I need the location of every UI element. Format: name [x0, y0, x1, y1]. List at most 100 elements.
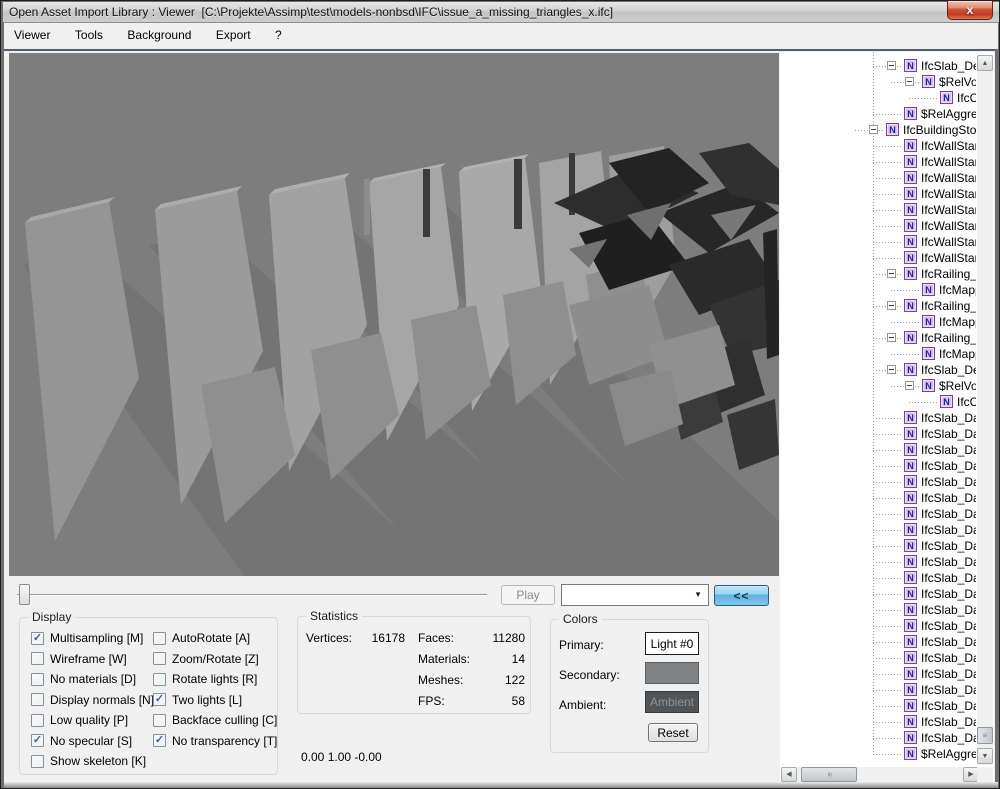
tree-node-label[interactable]: IfcSlab_Dac: [921, 602, 976, 618]
tree-node-ifcwallstan[interactable]: NIfcWallStan: [780, 186, 976, 202]
tree-node-label[interactable]: IfcMapp: [939, 282, 976, 298]
tree-node-ifcrailing_g[interactable]: NIfcRailing_G: [780, 298, 976, 314]
tree-node-ifcslab_dec[interactable]: NIfcSlab_Dec: [780, 362, 976, 378]
tree-node-label[interactable]: IfcSlab_Dac: [921, 634, 976, 650]
expander-minus-icon[interactable]: [887, 61, 896, 70]
checkbox-autorotate-a-[interactable]: AutoRotate [A]: [153, 628, 277, 649]
tree-node-ifcslab_dac[interactable]: NIfcSlab_Dac: [780, 490, 976, 506]
tree-node-ifcbuildingstorey[interactable]: NIfcBuildingStorey: [780, 122, 976, 138]
tree-node-label[interactable]: IfcSlab_Dac: [921, 490, 976, 506]
tree-node-label[interactable]: IfcSlab_Dac: [921, 570, 976, 586]
tree-node-label[interactable]: IfcSlab_Dac: [921, 506, 976, 522]
tree-node-label[interactable]: IfcSlab_Dac: [921, 522, 976, 538]
tree-node-ifcslab_dac[interactable]: NIfcSlab_Dac: [780, 570, 976, 586]
tree-node-ifcwallstan[interactable]: NIfcWallStan: [780, 250, 976, 266]
play-button[interactable]: Play: [501, 585, 555, 605]
scene-tree[interactable]: NIfcSlab_DecN$RelVoiNIfcCN$RelAggregNIfc…: [780, 52, 976, 766]
tree-node--relvoi[interactable]: N$RelVoi: [780, 378, 976, 394]
tree-node-ifcslab_dac[interactable]: NIfcSlab_Dac: [780, 714, 976, 730]
expander-minus-icon[interactable]: [905, 381, 914, 390]
expander-minus-icon[interactable]: [887, 269, 896, 278]
tree-node-ifcslab_dec[interactable]: NIfcSlab_Dec: [780, 58, 976, 74]
tree-node-ifcslab_dac[interactable]: NIfcSlab_Dac: [780, 442, 976, 458]
tree-node-ifcmapp[interactable]: NIfcMapp: [780, 314, 976, 330]
tree-node-ifcslab_dac[interactable]: NIfcSlab_Dac: [780, 458, 976, 474]
tree-node-label[interactable]: IfcMapp: [939, 314, 976, 330]
tree-node-ifcslab_dac[interactable]: NIfcSlab_Dac: [780, 506, 976, 522]
tree-node-ifcc[interactable]: NIfcC: [780, 394, 976, 410]
tree-node-label[interactable]: IfcRailing_G: [921, 330, 976, 346]
tree-node-label[interactable]: IfcWallStan: [921, 202, 976, 218]
tree-node-label[interactable]: IfcSlab_Dac: [921, 714, 976, 730]
checkbox-no-transparency-t-[interactable]: ✓No transparency [T]: [153, 731, 277, 752]
primary-color-button[interactable]: Light #0: [645, 632, 699, 655]
checkbox-zoom-rotate-z-[interactable]: Zoom/Rotate [Z]: [153, 649, 277, 670]
tree-node-label[interactable]: IfcWallStan: [921, 170, 976, 186]
tree-node-ifcwallstan[interactable]: NIfcWallStan: [780, 170, 976, 186]
collapse-panel-button[interactable]: <<: [714, 585, 769, 606]
tree-node-label[interactable]: IfcSlab_Dac: [921, 554, 976, 570]
tree-node-label[interactable]: IfcSlab_Dec: [921, 362, 976, 378]
tree-horizontal-scrollbar[interactable]: ◀ ≡ ▶: [781, 767, 979, 782]
checkbox-two-lights-l-[interactable]: ✓Two lights [L]: [153, 690, 277, 711]
scroll-down-icon[interactable]: ▼: [977, 748, 993, 764]
horizontal-scroll-thumb[interactable]: ≡: [801, 767, 857, 782]
slider-thumb[interactable]: [19, 584, 30, 605]
tree-node--relaggreg[interactable]: N$RelAggreg: [780, 746, 976, 762]
tree-node-label[interactable]: IfcBuildingStorey: [903, 122, 976, 138]
tree-node-label[interactable]: IfcWallStan: [921, 186, 976, 202]
tree-node-ifcrailing_g[interactable]: NIfcRailing_G: [780, 330, 976, 346]
menu-item-tools[interactable]: Tools: [65, 23, 113, 47]
tree-node-ifcslab_dac[interactable]: NIfcSlab_Dac: [780, 634, 976, 650]
checkbox-unchecked-icon[interactable]: [153, 714, 166, 727]
tree-node-label[interactable]: IfcRailing_G: [921, 266, 976, 282]
tree-node-ifcslab_dac[interactable]: NIfcSlab_Dac: [780, 698, 976, 714]
tree-node-ifcwallstan[interactable]: NIfcWallStan: [780, 234, 976, 250]
tree-node--relaggreg[interactable]: N$RelAggreg: [780, 106, 976, 122]
secondary-color-button[interactable]: [645, 662, 699, 684]
tree-node-label[interactable]: IfcWallStan: [921, 138, 976, 154]
tree-node-ifcslab_dac[interactable]: NIfcSlab_Dac: [780, 538, 976, 554]
checkbox-low-quality-p-[interactable]: Low quality [P]: [31, 710, 154, 731]
tree-node-label[interactable]: IfcSlab_Dac: [921, 618, 976, 634]
expander-minus-icon[interactable]: [887, 365, 896, 374]
tree-node-ifcmapp[interactable]: NIfcMapp: [780, 282, 976, 298]
checkbox-checked-icon[interactable]: ✓: [153, 693, 166, 706]
tree-node-ifcslab_dac[interactable]: NIfcSlab_Dac: [780, 586, 976, 602]
checkbox-display-normals-n-[interactable]: Display normals [N]: [31, 690, 154, 711]
tree-node-ifcslab_dac[interactable]: NIfcSlab_Dac: [780, 474, 976, 490]
tree-node-label[interactable]: IfcC: [957, 90, 976, 106]
tree-node-ifcrailing_g[interactable]: NIfcRailing_G: [780, 266, 976, 282]
tree-node-ifcslab_dac[interactable]: NIfcSlab_Dac: [780, 666, 976, 682]
tree-vertical-scrollbar[interactable]: ▲ ≡ ▼: [977, 55, 993, 765]
checkbox-checked-icon[interactable]: ✓: [153, 734, 166, 747]
close-button[interactable]: x: [947, 1, 993, 20]
tree-node-label[interactable]: IfcWallStan: [921, 234, 976, 250]
ambient-color-button[interactable]: Ambient: [645, 691, 699, 713]
tree-node-label[interactable]: IfcC: [957, 394, 976, 410]
tree-node-label[interactable]: IfcWallStan: [921, 154, 976, 170]
scroll-left-icon[interactable]: ◀: [781, 767, 797, 782]
tree-node-label[interactable]: IfcSlab_Dac: [921, 698, 976, 714]
checkbox-unchecked-icon[interactable]: [153, 632, 166, 645]
tree-node-label[interactable]: IfcSlab_Dec: [921, 58, 976, 74]
checkbox-backface-culling-c-[interactable]: Backface culling [C]: [153, 710, 277, 731]
tree-node-label[interactable]: IfcWallStan: [921, 250, 976, 266]
menu-item-export[interactable]: Export: [206, 23, 261, 47]
tree-node-ifcslab_dac[interactable]: NIfcSlab_Dac: [780, 618, 976, 634]
expander-minus-icon[interactable]: [887, 301, 896, 310]
menu-item-viewer[interactable]: Viewer: [4, 23, 60, 47]
tree-node-ifcslab_dac[interactable]: NIfcSlab_Dac: [780, 410, 976, 426]
checkbox-wireframe-w-[interactable]: Wireframe [W]: [31, 649, 154, 670]
expander-minus-icon[interactable]: [887, 333, 896, 342]
checkbox-unchecked-icon[interactable]: [31, 755, 44, 768]
tree-node-label[interactable]: IfcSlab_Dac: [921, 666, 976, 682]
vertical-scroll-thumb[interactable]: ≡: [977, 727, 993, 744]
checkbox-no-materials-d-[interactable]: No materials [D]: [31, 669, 154, 690]
checkbox-unchecked-icon[interactable]: [153, 673, 166, 686]
tree-node-label[interactable]: IfcSlab_Dac: [921, 650, 976, 666]
tree-node-ifcwallstan[interactable]: NIfcWallStan: [780, 138, 976, 154]
tree-node-label[interactable]: IfcWallStan: [921, 218, 976, 234]
tree-node-ifcslab_dac[interactable]: NIfcSlab_Dac: [780, 554, 976, 570]
checkbox-rotate-lights-r-[interactable]: Rotate lights [R]: [153, 669, 277, 690]
